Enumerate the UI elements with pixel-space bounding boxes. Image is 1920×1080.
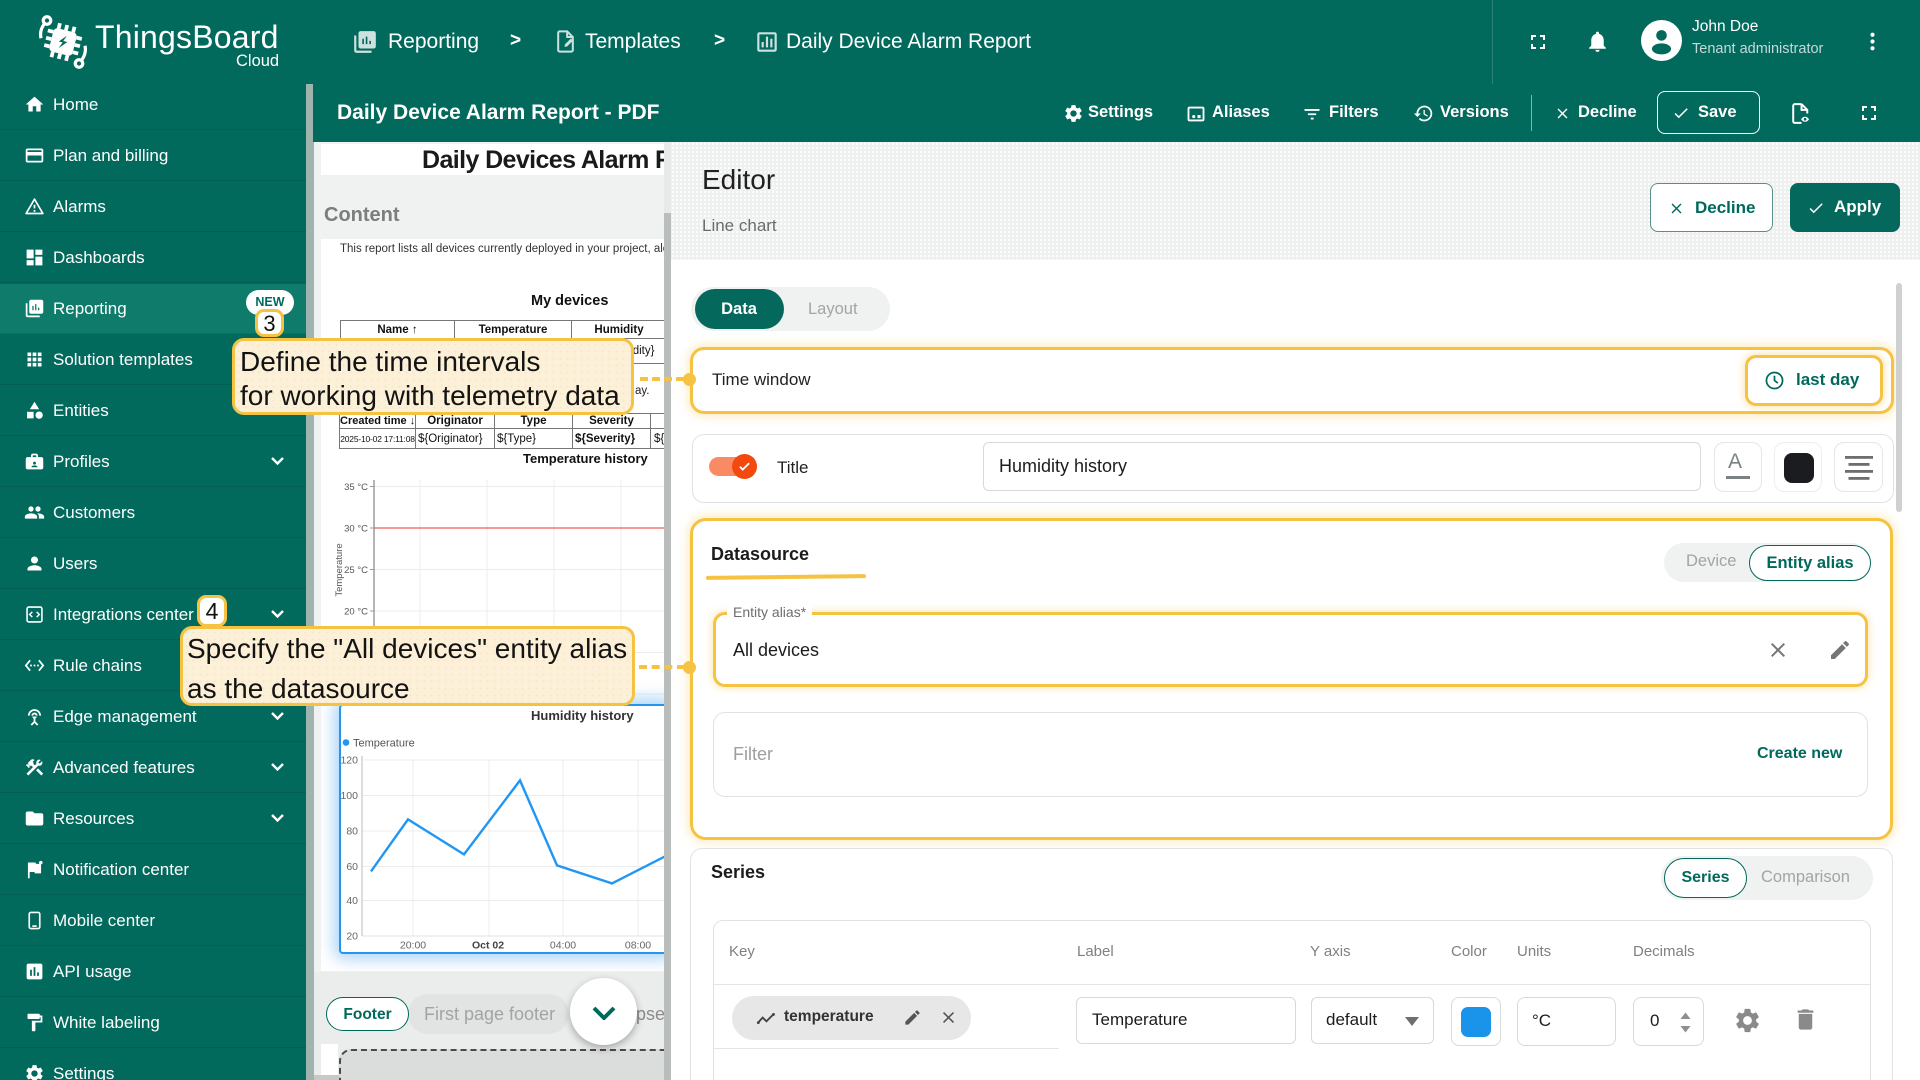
svg-text:80: 80 [346,825,358,837]
svg-text:04:00: 04:00 [550,939,576,951]
svg-text:Oct 02: Oct 02 [472,939,504,951]
svg-text:25 °C: 25 °C [344,565,368,576]
svg-text:100: 100 [341,790,358,802]
svg-text:20 °C: 20 °C [344,607,368,618]
svg-text:Temperature: Temperature [334,543,345,596]
svg-text:08:00: 08:00 [625,939,651,951]
svg-text:40: 40 [346,895,358,907]
svg-text:20: 20 [346,930,358,942]
svg-text:60: 60 [346,861,358,873]
svg-text:120: 120 [341,754,358,766]
svg-text:35 °C: 35 °C [344,482,368,493]
svg-text:Temperature: Temperature [353,737,415,749]
svg-text:30 °C: 30 °C [344,524,368,535]
svg-text:20:00: 20:00 [400,939,426,951]
